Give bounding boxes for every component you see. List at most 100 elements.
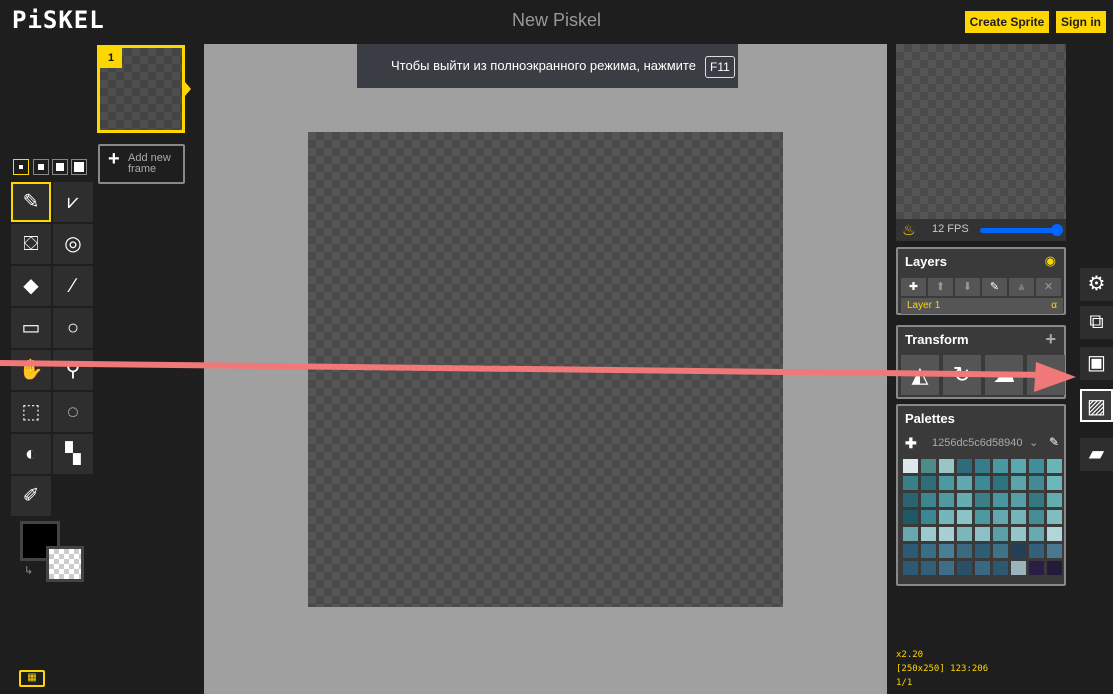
palette-swatch[interactable] xyxy=(921,527,936,541)
swap-colors-icon[interactable]: ↳ xyxy=(24,564,33,577)
palette-swatch[interactable] xyxy=(993,476,1008,490)
palette-swatch[interactable] xyxy=(993,561,1008,575)
palette-swatch[interactable] xyxy=(939,476,954,490)
palette-swatch[interactable] xyxy=(993,493,1008,507)
palette-swatch[interactable] xyxy=(903,561,918,575)
rectangle-selection-icon[interactable]: ⬚ xyxy=(11,392,51,432)
palette-swatch[interactable] xyxy=(993,510,1008,524)
eraser-icon[interactable]: ◆ xyxy=(11,266,51,306)
frame-thumbnail[interactable]: 1 xyxy=(97,45,185,133)
circle-icon[interactable]: ○ xyxy=(53,308,93,348)
palette-swatch[interactable] xyxy=(903,476,918,490)
palette-swatch[interactable] xyxy=(921,561,936,575)
palette-swatch[interactable] xyxy=(1029,527,1044,541)
paint-bucket-icon[interactable]: ⛋ xyxy=(11,224,51,264)
palette-swatch[interactable] xyxy=(1029,476,1044,490)
add-palette-icon[interactable]: ✚ xyxy=(905,435,917,452)
vertical-mirror-pen-icon[interactable]: ⩗ xyxy=(53,182,93,222)
palette-swatch[interactable] xyxy=(1011,544,1026,558)
palette-swatch[interactable] xyxy=(975,493,990,507)
move-layer-up-icon[interactable]: ⬆ xyxy=(928,278,953,296)
palette-swatch[interactable] xyxy=(975,476,990,490)
rectangle-icon[interactable]: ▭ xyxy=(11,308,51,348)
palette-swatch[interactable] xyxy=(1047,476,1062,490)
palette-swatch[interactable] xyxy=(1047,561,1062,575)
color-picker-icon[interactable]: ✐ xyxy=(11,476,51,516)
palette-swatch[interactable] xyxy=(975,561,990,575)
settings-icon[interactable]: ⚙ xyxy=(1080,268,1113,301)
document-title[interactable]: New Piskel xyxy=(0,10,1113,31)
onion-skin-icon[interactable]: ♨ xyxy=(902,221,915,239)
palette-swatch[interactable] xyxy=(957,561,972,575)
fps-slider[interactable] xyxy=(980,224,1063,236)
palette-swatch[interactable] xyxy=(993,459,1008,473)
palette-swatch[interactable] xyxy=(921,493,936,507)
palette-swatch[interactable] xyxy=(1029,510,1044,524)
add-frame-button[interactable]: + Add new frame xyxy=(98,144,185,184)
palette-swatch[interactable] xyxy=(903,527,918,541)
pen-tool-icon[interactable]: ✎ xyxy=(11,182,51,222)
drawing-canvas[interactable] xyxy=(308,132,783,607)
pen-size-2[interactable] xyxy=(33,159,49,175)
palette-swatch[interactable] xyxy=(993,544,1008,558)
export-image-icon[interactable]: ▨ xyxy=(1080,389,1113,422)
animation-preview[interactable] xyxy=(896,44,1066,219)
rotate-icon[interactable]: ↻ xyxy=(943,355,981,395)
transform-add-icon[interactable]: + xyxy=(1045,329,1056,350)
palette-swatch[interactable] xyxy=(921,544,936,558)
palette-swatch[interactable] xyxy=(957,544,972,558)
palette-swatch[interactable] xyxy=(903,459,918,473)
open-folder-icon[interactable]: ▰ xyxy=(1080,438,1113,471)
paint-same-color-icon[interactable]: ◎ xyxy=(53,224,93,264)
stroke-icon[interactable]: ∕ xyxy=(53,266,93,306)
edit-layer-icon[interactable]: ✎ xyxy=(982,278,1007,296)
pen-size-1[interactable] xyxy=(13,159,29,175)
palette-swatch[interactable] xyxy=(939,544,954,558)
palette-swatch[interactable] xyxy=(921,510,936,524)
magic-wand-icon[interactable]: ⚲ xyxy=(53,350,93,390)
palette-swatch[interactable] xyxy=(1047,493,1062,507)
layer-alpha[interactable]: α xyxy=(1051,298,1057,314)
palette-swatch[interactable] xyxy=(921,459,936,473)
fps-slider-handle[interactable] xyxy=(1051,224,1063,236)
palette-swatch[interactable] xyxy=(1011,476,1026,490)
palette-select[interactable]: 1256dc5c6d58940 xyxy=(932,437,1032,449)
merge-layer-icon[interactable]: ⩓ xyxy=(1009,278,1034,296)
layer-visibility-eye-icon[interactable]: ◉ xyxy=(1045,253,1056,269)
move-layer-down-icon[interactable]: ⬇ xyxy=(955,278,980,296)
palette-swatch[interactable] xyxy=(1029,561,1044,575)
palette-swatch[interactable] xyxy=(939,561,954,575)
palette-swatch[interactable] xyxy=(1011,493,1026,507)
secondary-color-swatch[interactable] xyxy=(46,546,84,582)
palette-swatch[interactable] xyxy=(975,510,990,524)
dithering-icon[interactable]: ▚ xyxy=(53,434,93,474)
move-hand-icon[interactable]: ✋ xyxy=(11,350,51,390)
palette-swatch[interactable] xyxy=(1029,544,1044,558)
pen-size-3[interactable] xyxy=(52,159,68,175)
palette-swatch[interactable] xyxy=(1011,561,1026,575)
palette-swatch[interactable] xyxy=(975,544,990,558)
palette-swatch[interactable] xyxy=(1047,544,1062,558)
palette-swatch[interactable] xyxy=(939,527,954,541)
palette-swatch[interactable] xyxy=(1047,459,1062,473)
palette-swatch[interactable] xyxy=(1029,459,1044,473)
palette-swatch[interactable] xyxy=(975,527,990,541)
palette-swatch[interactable] xyxy=(903,544,918,558)
palette-swatch[interactable] xyxy=(957,493,972,507)
clone-sheep-icon[interactable]: ☁ xyxy=(985,355,1023,395)
chevron-down-icon[interactable]: ⌄ xyxy=(1029,436,1038,449)
palette-swatch[interactable] xyxy=(1047,510,1062,524)
palette-swatch[interactable] xyxy=(957,476,972,490)
palette-swatch[interactable] xyxy=(939,493,954,507)
palette-swatch[interactable] xyxy=(903,493,918,507)
palette-swatch[interactable] xyxy=(1047,527,1062,541)
keyboard-shortcuts-icon[interactable]: ▦ xyxy=(19,670,45,687)
palette-swatch[interactable] xyxy=(921,476,936,490)
edit-palette-icon[interactable]: ✎ xyxy=(1049,435,1059,449)
palette-swatch[interactable] xyxy=(957,510,972,524)
palette-swatch[interactable] xyxy=(1011,527,1026,541)
palette-swatch[interactable] xyxy=(957,527,972,541)
palette-swatch[interactable] xyxy=(939,510,954,524)
palette-swatch[interactable] xyxy=(1029,493,1044,507)
save-icon[interactable]: ▣ xyxy=(1080,347,1113,380)
